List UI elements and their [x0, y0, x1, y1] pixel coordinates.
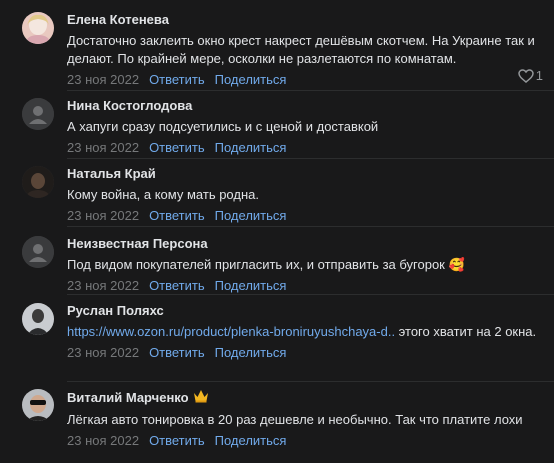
- reply-button[interactable]: Ответить: [149, 71, 205, 89]
- reply-button[interactable]: Ответить: [149, 139, 205, 157]
- comment-text: Лёгкая авто тонировка в 20 раз дешевле и…: [67, 412, 523, 427]
- comment-author[interactable]: Нина Костоглодова: [67, 98, 542, 114]
- reply-button[interactable]: Ответить: [149, 344, 205, 362]
- comment-date[interactable]: 23 ноя 2022: [67, 71, 139, 89]
- comment-text: Под видом покупателей пригласить их, и о…: [67, 257, 465, 272]
- divider: [67, 226, 554, 227]
- comment-author[interactable]: Неизвестная Персона: [67, 236, 542, 252]
- comment-author[interactable]: Руслан Поляхс: [67, 303, 542, 319]
- divider: [67, 158, 554, 159]
- comment-text: Кому война, а кому мать родна.: [67, 187, 259, 202]
- share-button[interactable]: Поделиться: [215, 432, 287, 450]
- avatar[interactable]: [22, 303, 54, 335]
- comment-date[interactable]: 23 ноя 2022: [67, 277, 139, 295]
- comment-author[interactable]: Виталий Марченко: [67, 389, 542, 407]
- comment-author[interactable]: Елена Котенева: [67, 12, 542, 28]
- comment-meta: 23 ноя 2022 Ответить Поделиться: [67, 139, 542, 157]
- reply-button[interactable]: Ответить: [149, 277, 205, 295]
- comment-date[interactable]: 23 ноя 2022: [67, 344, 139, 362]
- reply-button[interactable]: Ответить: [149, 432, 205, 450]
- comment-date[interactable]: 23 ноя 2022: [67, 207, 139, 225]
- like-button[interactable]: 1: [518, 68, 543, 83]
- heart-icon: [518, 68, 534, 83]
- comment-meta: 23 ноя 2022 Ответить Поделиться: [67, 71, 542, 89]
- crown-icon: [193, 389, 209, 407]
- comment-text: https://www.ozon.ru/product/plenka-broni…: [67, 323, 542, 341]
- author-name: Виталий Марченко: [67, 390, 189, 405]
- like-count: 1: [535, 68, 543, 83]
- comment-text: А хапуги сразу подсуетились и с ценой и …: [67, 119, 379, 134]
- comment-date[interactable]: 23 ноя 2022: [67, 139, 139, 157]
- avatar[interactable]: [22, 98, 54, 130]
- divider: [67, 294, 554, 295]
- share-button[interactable]: Поделиться: [215, 139, 287, 157]
- share-button[interactable]: Поделиться: [215, 71, 287, 89]
- share-button[interactable]: Поделиться: [215, 344, 287, 362]
- avatar[interactable]: [22, 166, 54, 198]
- comment-text: Достаточно заклеить окно крест накрест д…: [67, 33, 535, 66]
- share-button[interactable]: Поделиться: [215, 277, 287, 295]
- reply-button[interactable]: Ответить: [149, 207, 205, 225]
- comment-meta: 23 ноя 2022 Ответить Поделиться: [67, 277, 542, 295]
- comment-date[interactable]: 23 ноя 2022: [67, 432, 139, 450]
- share-button[interactable]: Поделиться: [215, 207, 287, 225]
- comments-list: Елена Котенева Достаточно заклеить окно …: [0, 0, 554, 463]
- comment-text-tail: этого хватит на 2 окна.: [395, 324, 537, 339]
- comment-meta: 23 ноя 2022 Ответить Поделиться: [67, 432, 542, 450]
- avatar[interactable]: [22, 389, 54, 421]
- divider: [67, 90, 554, 91]
- divider: [67, 381, 554, 382]
- comment-meta: 23 ноя 2022 Ответить Поделиться: [67, 207, 542, 225]
- avatar[interactable]: [22, 12, 54, 44]
- comment-author[interactable]: Наталья Край: [67, 166, 542, 182]
- product-link[interactable]: https://www.ozon.ru/product/plenka-broni…: [67, 324, 395, 339]
- comment-meta: 23 ноя 2022 Ответить Поделиться: [67, 344, 542, 362]
- avatar[interactable]: [22, 236, 54, 268]
